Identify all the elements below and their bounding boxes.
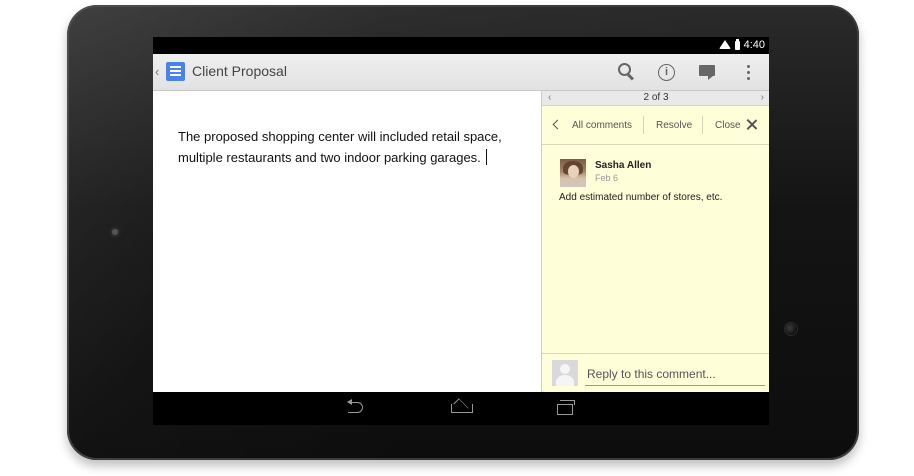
- all-comments-button[interactable]: All comments: [572, 120, 632, 131]
- document-text: The proposed shopping center will includ…: [178, 129, 502, 165]
- recents-icon[interactable]: [549, 396, 579, 420]
- comment-toolbar: All comments Resolve Close: [542, 106, 769, 145]
- screen: 4:40 ‹ Client Proposal i The proposed sh…: [153, 37, 769, 425]
- app-bar: ‹ Client Proposal i: [153, 54, 769, 91]
- back-icon[interactable]: [343, 396, 373, 420]
- next-comment-icon[interactable]: ›: [761, 91, 764, 105]
- prev-comment-icon[interactable]: ‹: [548, 91, 551, 105]
- comment-author: Sasha Allen: [595, 160, 652, 171]
- pager-count: 2 of 3: [643, 92, 669, 103]
- search-icon[interactable]: [615, 61, 637, 83]
- reply-input[interactable]: [585, 363, 765, 386]
- toolbar-divider: [643, 116, 644, 134]
- front-camera: [785, 323, 797, 335]
- system-nav-bar: [153, 392, 769, 425]
- close-icon[interactable]: [746, 119, 757, 130]
- comment-text: Add estimated number of stores, etc.: [559, 192, 723, 203]
- up-chevron-icon[interactable]: ‹: [155, 64, 159, 79]
- document-title: Client Proposal: [192, 63, 287, 79]
- battery-icon: [734, 38, 740, 50]
- text-cursor: [485, 149, 487, 165]
- comment-pager: ‹ 2 of 3 ›: [542, 91, 769, 106]
- overflow-menu-icon[interactable]: [738, 61, 760, 83]
- home-icon[interactable]: [447, 396, 477, 420]
- document-body[interactable]: The proposed shopping center will includ…: [178, 126, 518, 168]
- status-time: 4:40: [743, 39, 765, 51]
- comment-date: Feb 6: [595, 173, 619, 183]
- reply-bar: [542, 353, 769, 393]
- default-avatar-icon: [552, 360, 578, 386]
- comment-icon[interactable]: [697, 61, 719, 83]
- docs-app-icon[interactable]: [166, 62, 185, 81]
- info-icon[interactable]: i: [658, 64, 675, 81]
- proximity-sensor: [112, 229, 118, 235]
- status-bar: 4:40: [153, 37, 769, 54]
- avatar: [560, 159, 586, 187]
- wifi-icon: [718, 39, 731, 49]
- chevron-left-icon[interactable]: [552, 119, 563, 130]
- toolbar-divider: [702, 116, 703, 134]
- document-editor[interactable]: The proposed shopping center will includ…: [153, 91, 541, 392]
- comments-pane: ‹ 2 of 3 › All comments Resolve Close Sa…: [541, 91, 769, 393]
- status-icons: 4:40: [718, 38, 765, 51]
- close-button[interactable]: Close: [715, 120, 741, 131]
- resolve-button[interactable]: Resolve: [656, 120, 692, 131]
